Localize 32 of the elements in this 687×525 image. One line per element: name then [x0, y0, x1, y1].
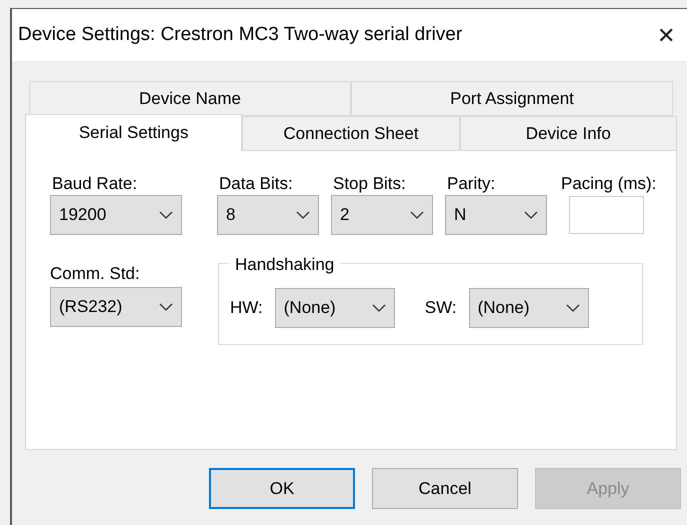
- chevron-down-icon: [410, 211, 424, 219]
- field-label: Pacing (ms):: [560, 173, 656, 191]
- dropdown[interactable]: 19200: [50, 195, 182, 235]
- dropdown[interactable]: (RS232): [50, 287, 182, 327]
- window-title: Device Settings: Crestron MC3 Two-way serial driver: [18, 22, 462, 47]
- field-label: HW:: [230, 297, 263, 320]
- field-label: Baud Rate:: [51, 173, 138, 191]
- dialog-button[interactable]: OK: [209, 468, 355, 509]
- chevron-down-icon: [296, 211, 310, 219]
- chevron-down-icon: [566, 304, 580, 312]
- field-label: Comm. Std:: [50, 263, 141, 281]
- tab[interactable]: Device Name: [29, 81, 351, 116]
- field-label: Parity:: [446, 173, 496, 191]
- chevron-down-icon: [159, 211, 173, 219]
- dialog-button[interactable]: Cancel: [372, 468, 518, 509]
- dropdown[interactable]: N: [445, 195, 547, 235]
- tab[interactable]: Serial Settings: [25, 114, 242, 151]
- chevron-down-icon: [524, 211, 538, 219]
- field-label: Stop Bits:: [332, 173, 407, 191]
- dropdown[interactable]: 8: [217, 195, 319, 235]
- field-label: Data Bits:: [218, 173, 294, 191]
- dropdown[interactable]: (None): [274, 288, 395, 328]
- tab[interactable]: Port Assignment: [351, 81, 673, 116]
- input-field[interactable]: [569, 196, 644, 234]
- close-button[interactable]: ✕: [651, 20, 681, 50]
- chevron-down-icon: [159, 303, 173, 311]
- field-label: SW:: [424, 297, 457, 320]
- dropdown[interactable]: (None): [468, 288, 589, 328]
- dropdown[interactable]: 2: [331, 195, 433, 235]
- chevron-down-icon: [372, 304, 386, 312]
- tab[interactable]: Connection Sheet: [242, 116, 460, 151]
- tab[interactable]: Device Info: [460, 116, 677, 151]
